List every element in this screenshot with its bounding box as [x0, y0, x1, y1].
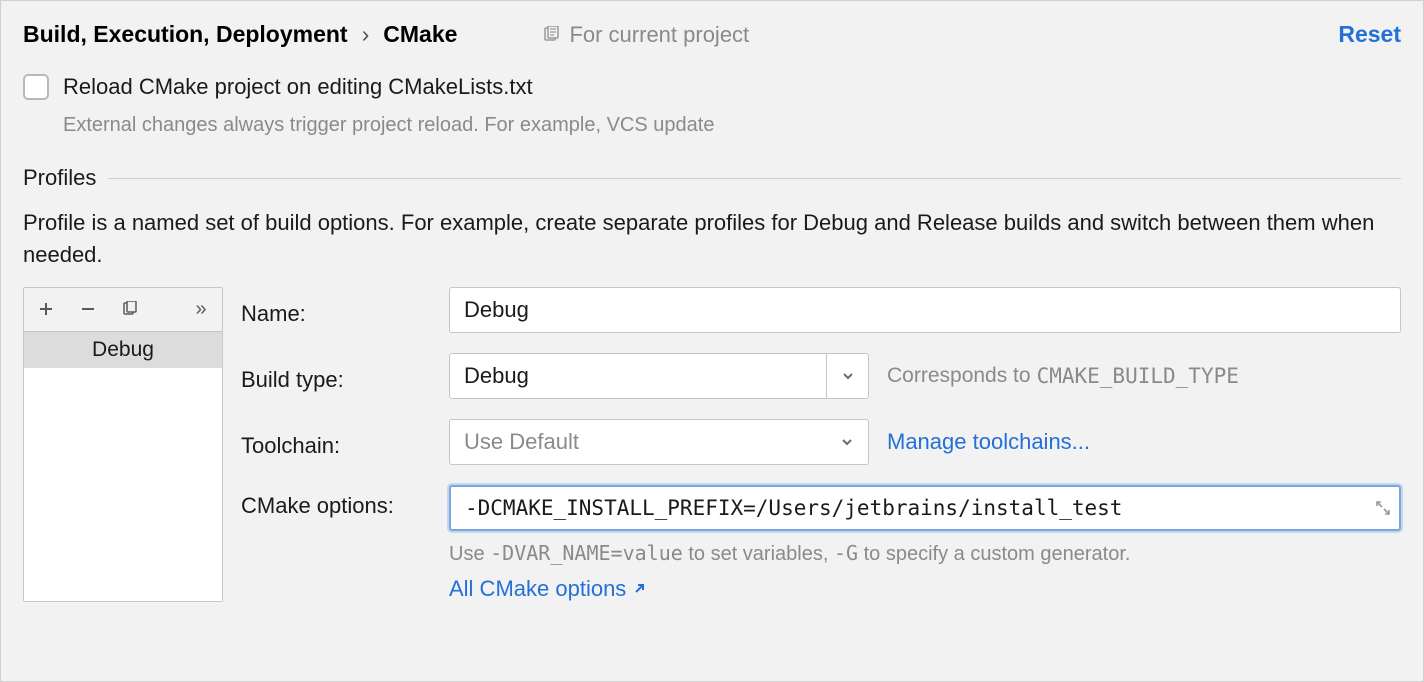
breadcrumb-separator: ›	[362, 21, 370, 48]
remove-profile-button[interactable]	[78, 301, 98, 317]
settings-panel: Build, Execution, Deployment › CMake For…	[0, 0, 1424, 682]
all-cmake-options-link[interactable]: All CMake options	[449, 576, 626, 602]
build-type-value: Debug	[464, 363, 826, 389]
reset-button[interactable]: Reset	[1338, 21, 1401, 48]
toolchain-row: Toolchain: Use Default Manage toolchains…	[241, 419, 1401, 465]
chevron-down-icon	[826, 354, 868, 398]
external-link-icon	[632, 582, 646, 596]
build-type-select[interactable]: Debug	[449, 353, 869, 399]
reload-checkbox-label[interactable]: Reload CMake project on editing CMakeLis…	[63, 74, 533, 100]
profile-list-toolbar: »	[24, 288, 222, 332]
scope-label: For current project	[569, 22, 749, 48]
toolchain-select[interactable]: Use Default	[449, 419, 869, 465]
breadcrumb-root[interactable]: Build, Execution, Deployment	[23, 21, 348, 48]
build-type-hint: Corresponds to CMAKE_BUILD_TYPE	[887, 364, 1239, 388]
header-row: Build, Execution, Deployment › CMake For…	[23, 1, 1401, 48]
profiles-body: » Debug Name: Build type: Debu	[23, 287, 1401, 602]
cmake-options-input[interactable]	[449, 485, 1401, 531]
reload-checkbox-row: Reload CMake project on editing CMakeLis…	[23, 74, 1401, 100]
cmake-options-label: CMake options:	[241, 485, 431, 519]
add-profile-button[interactable]	[36, 301, 56, 317]
profile-list-empty-area	[24, 368, 222, 601]
name-input[interactable]	[449, 287, 1401, 333]
profile-list-item[interactable]: Debug	[24, 332, 222, 368]
scope-indicator: For current project	[543, 22, 749, 48]
profiles-description: Profile is a named set of build options.…	[23, 207, 1401, 271]
project-scope-icon	[543, 26, 561, 44]
cmake-options-row: CMake options: Use -DVAR_NAME=value to s…	[241, 485, 1401, 602]
profile-list: » Debug	[23, 287, 223, 602]
profiles-section-title: Profiles	[23, 165, 96, 191]
chevron-down-icon	[826, 420, 868, 464]
breadcrumb: Build, Execution, Deployment › CMake	[23, 21, 457, 48]
breadcrumb-leaf: CMake	[383, 21, 457, 48]
reload-checkbox-hint: External changes always trigger project …	[63, 114, 1401, 137]
cmake-options-hint: Use -DVAR_NAME=value to set variables, -…	[449, 541, 1401, 566]
reload-checkbox[interactable]	[23, 74, 49, 100]
profile-form: Name: Build type: Debug	[241, 287, 1401, 602]
toolchain-value: Use Default	[464, 429, 826, 455]
build-type-row: Build type: Debug Corresponds to CMAKE_B…	[241, 353, 1401, 399]
profile-list-more-button[interactable]: »	[190, 298, 210, 321]
manage-toolchains-link[interactable]: Manage toolchains...	[887, 429, 1090, 455]
name-row: Name:	[241, 287, 1401, 333]
build-type-label: Build type:	[241, 359, 431, 393]
copy-profile-button[interactable]	[120, 301, 140, 317]
toolchain-label: Toolchain:	[241, 425, 431, 459]
divider-line	[108, 178, 1401, 179]
profiles-section-header: Profiles	[23, 165, 1401, 191]
name-label: Name:	[241, 293, 431, 327]
